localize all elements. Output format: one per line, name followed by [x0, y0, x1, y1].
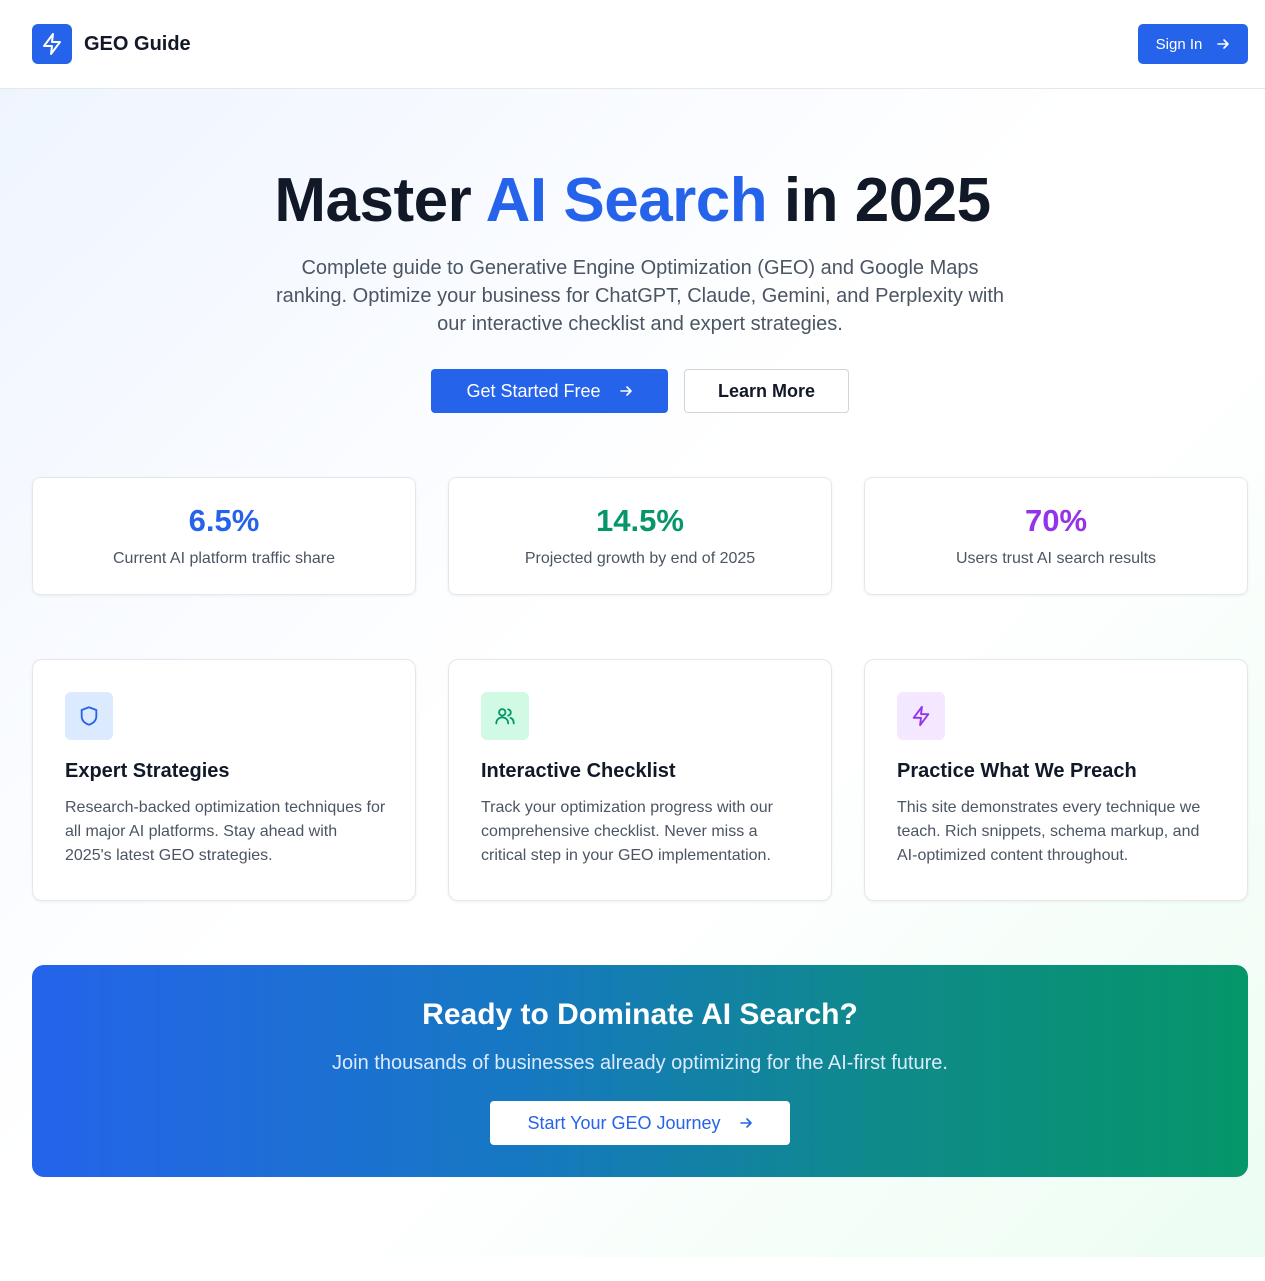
feature-description: This site demonstrates every technique w…: [897, 799, 1201, 864]
users-icon: [495, 708, 515, 725]
learn-more-button[interactable]: Learn More: [684, 369, 849, 413]
arrow-right-icon: [619, 386, 632, 396]
hero-title-part1: Master: [274, 166, 486, 235]
shield-icon: [80, 706, 98, 726]
feature-icon-box: [897, 692, 945, 740]
sign-in-button[interactable]: Sign In: [1138, 24, 1248, 64]
stat-value: 6.5%: [188, 503, 260, 538]
feature-description: Track your optimization progress with ou…: [481, 799, 773, 864]
lightning-icon: [912, 705, 930, 727]
arrow-right-icon: [1217, 39, 1230, 49]
stat-card-user-trust: 70% Users trust AI search results: [864, 477, 1248, 595]
sign-in-label: Sign In: [1155, 35, 1203, 53]
feature-card-interactive-checklist: Interactive Checklist Track your optimiz…: [448, 659, 832, 901]
top-navbar: GEO Guide Sign In: [0, 0, 1265, 89]
stat-label: Projected growth by end of 2025: [524, 550, 756, 567]
stat-value: 70%: [1024, 503, 1088, 538]
feature-title: Practice What We Preach: [897, 760, 1137, 782]
lightning-icon: [43, 33, 61, 55]
start-geo-journey-button[interactable]: Start Your GEO Journey: [490, 1101, 790, 1145]
stat-value: 14.5%: [596, 503, 684, 538]
hero-title: Master AI Search in 2025: [0, 166, 1265, 236]
stat-label: Users trust AI search results: [955, 550, 1157, 567]
get-started-label: Get Started Free: [466, 380, 601, 401]
get-started-button[interactable]: Get Started Free: [431, 369, 668, 413]
feature-title: Expert Strategies: [65, 760, 230, 782]
feature-description: Research-backed optimization techniques …: [65, 799, 386, 864]
cta-title: Ready to Dominate AI Search?: [422, 998, 858, 1031]
feature-icon-box: [481, 692, 529, 740]
stat-label: Current AI platform traffic share: [112, 550, 335, 567]
feature-icon-box: [65, 692, 113, 740]
cta-subtitle: Join thousands of businesses already opt…: [332, 1052, 948, 1074]
brand-name[interactable]: GEO Guide: [84, 32, 191, 56]
hero-subtitle: Complete guide to Generative Engine Opti…: [275, 257, 1005, 335]
feature-card-practice-what-we-preach: Practice What We Preach This site demons…: [864, 659, 1248, 901]
hero-title-part2: in 2025: [767, 166, 991, 235]
learn-more-label: Learn More: [717, 380, 816, 401]
start-geo-journey-label: Start Your GEO Journey: [527, 1112, 721, 1133]
cta-banner: Ready to Dominate AI Search? Join thousa…: [32, 965, 1248, 1177]
stat-card-projected-growth: 14.5% Projected growth by end of 2025: [448, 477, 832, 595]
arrow-right-icon: [739, 1118, 752, 1128]
stat-card-traffic-share: 6.5% Current AI platform traffic share: [32, 477, 416, 595]
feature-title: Interactive Checklist: [481, 760, 676, 782]
logo[interactable]: [32, 24, 72, 64]
feature-card-expert-strategies: Expert Strategies Research-backed optimi…: [32, 659, 416, 901]
hero-title-accent: AI Search: [485, 166, 768, 235]
